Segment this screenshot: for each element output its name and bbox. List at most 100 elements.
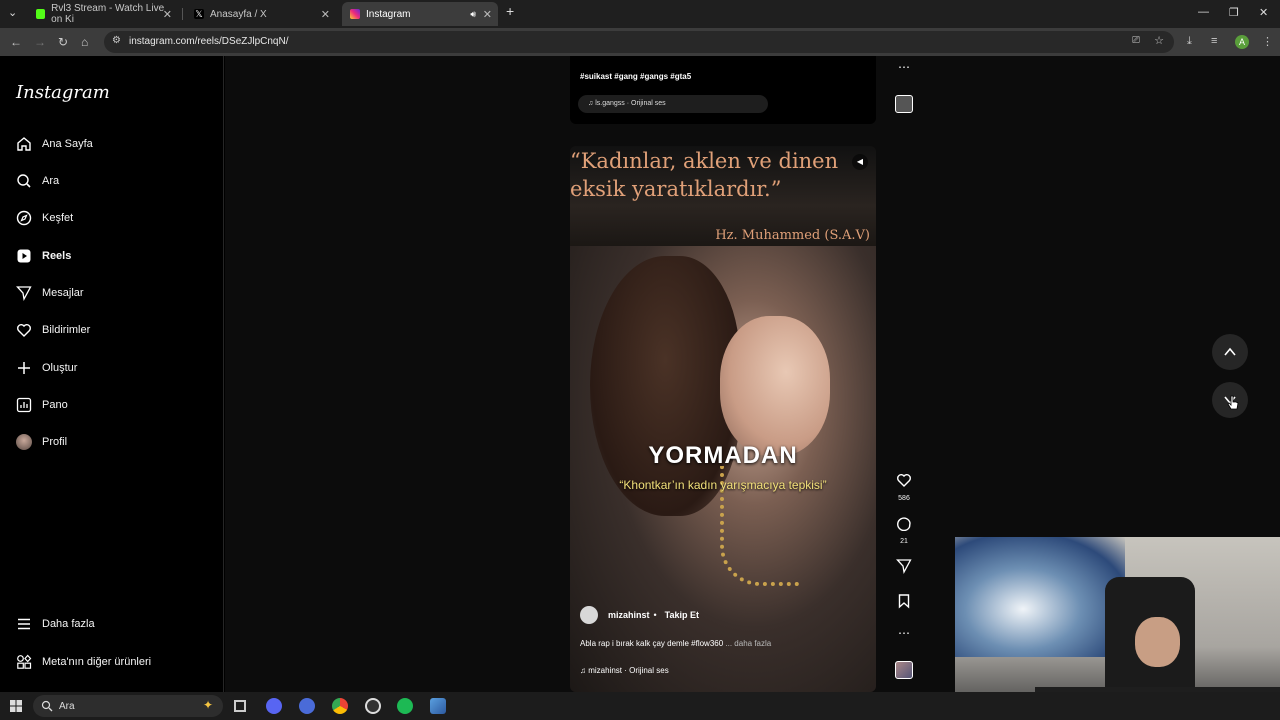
comment-count: 21 bbox=[900, 538, 908, 545]
nav-reels[interactable]: Reels bbox=[16, 244, 71, 268]
previous-reel-button[interactable] bbox=[1212, 334, 1248, 370]
nav-messages[interactable]: Mesajlar bbox=[16, 281, 84, 305]
home-icon[interactable]: ⌂ bbox=[81, 35, 88, 49]
reel-author: mizahinst • Takip Et bbox=[580, 606, 699, 624]
reels-icon bbox=[16, 248, 32, 264]
more-options-icon[interactable]: ⋯ bbox=[894, 626, 914, 640]
heart-icon bbox=[16, 322, 32, 338]
follow-button[interactable]: Takip Et bbox=[665, 610, 699, 620]
tab-x[interactable]: 𝕏 Anasayfa / X ✕ bbox=[186, 4, 336, 24]
nav-notifications[interactable]: Bildirimler bbox=[16, 318, 90, 342]
author-name[interactable]: mizahinst bbox=[608, 610, 650, 620]
nav-more[interactable]: Daha fazla bbox=[16, 612, 95, 636]
reel-caption: Abla rap i bırak kalk çay demle #flow360… bbox=[580, 639, 771, 648]
messages-icon bbox=[16, 285, 32, 301]
menu-icon bbox=[16, 616, 32, 632]
tab-title: Rvl3 Stream - Watch Live on Ki bbox=[51, 3, 165, 25]
nav-label: Meta'nın diğer ürünleri bbox=[42, 656, 152, 668]
nav-profile[interactable]: Profil bbox=[16, 430, 67, 454]
nav-explore[interactable]: Keşfet bbox=[16, 206, 73, 230]
taskbar-search[interactable]: Ara ✦ bbox=[33, 695, 223, 717]
obs-icon[interactable] bbox=[365, 698, 381, 714]
app-icon[interactable] bbox=[299, 698, 315, 714]
tab-search-icon[interactable]: ⌄ bbox=[8, 6, 17, 19]
kebab-menu-icon[interactable]: ⋮ bbox=[1262, 35, 1273, 48]
nav-create[interactable]: Oluştur bbox=[16, 356, 77, 380]
media-controls-icon[interactable]: ≡ bbox=[1211, 35, 1217, 47]
mouse-cursor-icon bbox=[1227, 395, 1239, 410]
audio-label: mizahinst · Orijinal ses bbox=[588, 666, 669, 675]
reload-icon[interactable]: ↻ bbox=[58, 35, 68, 49]
chrome-icon[interactable] bbox=[332, 698, 348, 714]
nav-meta-products[interactable]: Meta'nın diğer ürünleri bbox=[16, 650, 151, 674]
browser-tab-strip: ⌄ Rvl3 Stream - Watch Live on Ki ✕ 𝕏 Ana… bbox=[0, 0, 1280, 28]
reel-audio[interactable]: ♫ mizahinst · Orijinal ses bbox=[580, 666, 669, 675]
quote-author: Hz. Muhammed (S.A.V) bbox=[715, 228, 870, 243]
tab-divider bbox=[182, 8, 183, 20]
profile-avatar bbox=[16, 434, 32, 450]
windows-start-icon[interactable] bbox=[10, 700, 22, 712]
reel-video[interactable]: “Kadınlar, aklen ve dinen eksik yaratıkl… bbox=[570, 146, 876, 692]
task-view-icon[interactable] bbox=[234, 700, 246, 712]
spotify-icon[interactable] bbox=[397, 698, 413, 714]
share-button[interactable] bbox=[894, 558, 914, 579]
tab-instagram[interactable]: Instagram 🔊︎ ✕ bbox=[342, 2, 498, 26]
video-subject-face bbox=[720, 316, 830, 456]
dashboard-icon bbox=[16, 397, 32, 413]
heart-icon bbox=[897, 474, 911, 487]
address-bar[interactable]: ⚙︎ instagram.com/reels/DSeZJlpCnqN/ ⎚ ☆ bbox=[104, 31, 1174, 53]
more-options-icon[interactable]: ⋯ bbox=[894, 60, 914, 74]
cast-icon[interactable]: ⎚ bbox=[1132, 35, 1140, 46]
discord-icon[interactable] bbox=[266, 698, 282, 714]
caption-more-link[interactable]: ... daha fazla bbox=[723, 639, 771, 648]
nav-home[interactable]: Ana Sayfa bbox=[16, 132, 93, 156]
profile-avatar[interactable]: A bbox=[1235, 35, 1249, 49]
minimize-icon[interactable]: — bbox=[1198, 6, 1209, 18]
audio-thumbnail[interactable] bbox=[895, 661, 913, 679]
close-icon[interactable]: ✕ bbox=[483, 8, 492, 21]
download-icon[interactable]: ⤓ bbox=[1187, 35, 1192, 48]
browser-toolbar: ← → ↻ ⌂ ⚙︎ instagram.com/reels/DSeZJlpCn… bbox=[0, 28, 1280, 56]
window-close-icon[interactable]: ✕ bbox=[1259, 6, 1268, 19]
tab-kick[interactable]: Rvl3 Stream - Watch Live on Ki ✕ bbox=[28, 3, 178, 25]
bookmark-star-icon[interactable]: ☆ bbox=[1154, 34, 1164, 47]
previous-reel-card[interactable]: #suikast #gang #gangs #gta5 ♫ ls.gangss … bbox=[570, 56, 876, 124]
wall-poster bbox=[955, 537, 1125, 657]
author-avatar[interactable] bbox=[580, 606, 598, 624]
share-icon bbox=[896, 559, 912, 574]
search-icon bbox=[16, 173, 32, 189]
nav-search[interactable]: Ara bbox=[16, 169, 59, 193]
sound-toggle-icon[interactable]: ◀︎ bbox=[852, 154, 868, 170]
forward-icon[interactable]: → bbox=[34, 35, 46, 49]
nav-dashboard[interactable]: Pano bbox=[16, 393, 68, 417]
caption-text: Abla rap i bırak kalk çay demle #flow360 bbox=[580, 639, 724, 648]
previous-audio-thumbnail[interactable] bbox=[895, 95, 913, 113]
close-icon[interactable]: ✕ bbox=[321, 8, 330, 21]
speaker-icon[interactable]: 🔊︎ bbox=[470, 9, 476, 20]
chevron-up-icon bbox=[1224, 347, 1236, 356]
music-note-icon: ♫ bbox=[580, 666, 589, 675]
streamer bbox=[1135, 617, 1180, 667]
nav-label: Daha fazla bbox=[42, 618, 95, 630]
overlay-subtitle: “Khontkar’ın kadın yarışmacıya tepkisi” bbox=[619, 478, 827, 492]
previous-reel-audio[interactable]: ♫ ls.gangss · Orijinal ses bbox=[578, 95, 768, 113]
site-info-icon[interactable]: ⚙︎ bbox=[112, 35, 121, 46]
save-button[interactable] bbox=[894, 593, 914, 614]
previous-reel-hashtags[interactable]: #suikast #gang #gangs #gta5 bbox=[580, 72, 691, 81]
like-button[interactable]: 586 bbox=[894, 472, 914, 502]
audio-label: ls.gangss · Orijinal ses bbox=[595, 100, 666, 107]
close-icon[interactable]: ✕ bbox=[163, 8, 172, 21]
back-icon[interactable]: ← bbox=[10, 35, 22, 49]
restore-icon[interactable]: ❐ bbox=[1229, 6, 1239, 19]
comment-button[interactable]: 21 bbox=[894, 515, 914, 545]
quote-line-1: “Kadınlar, aklen ve dinen bbox=[570, 149, 839, 173]
tab-title: Anasayfa / X bbox=[210, 8, 267, 20]
app-icon[interactable] bbox=[430, 698, 446, 714]
bookmark-icon bbox=[898, 594, 910, 609]
nav-label: Reels bbox=[42, 250, 72, 262]
nav-label: Ana Sayfa bbox=[42, 138, 93, 150]
search-icon bbox=[41, 700, 53, 712]
new-tab-button[interactable]: + bbox=[506, 3, 514, 19]
instagram-logo[interactable]: Instagram bbox=[16, 82, 110, 103]
dot-separator: • bbox=[653, 610, 657, 620]
